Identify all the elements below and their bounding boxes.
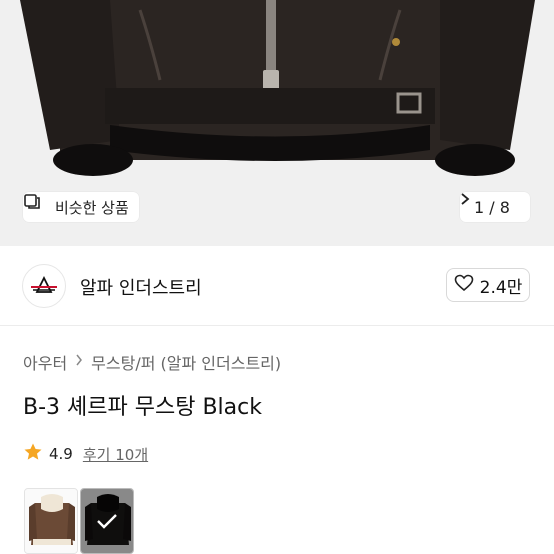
- reviews-link[interactable]: 후기 10개: [83, 444, 148, 465]
- alpha-logo-icon: [31, 276, 57, 293]
- brown-jacket-thumbnail: [25, 489, 77, 553]
- heart-icon: [454, 274, 474, 297]
- product-title: B-3 셰르파 무스탕 Black: [23, 395, 262, 420]
- chevron-right-icon: [75, 354, 83, 370]
- image-counter[interactable]: 1 / 8: [460, 192, 530, 222]
- breadcrumb: 아우터 무스탕/퍼 (알파 인더스트리): [23, 350, 281, 374]
- color-option-black[interactable]: [80, 488, 134, 554]
- rating-row: 4.9 후기 10개: [23, 442, 148, 466]
- image-counter-text: 1 / 8: [474, 197, 510, 217]
- similar-products-button[interactable]: 비슷한 상품: [23, 192, 139, 222]
- star-icon: [23, 442, 43, 466]
- brand-logo[interactable]: [22, 264, 66, 308]
- color-options: [24, 488, 134, 554]
- breadcrumb-category[interactable]: 아우터: [23, 350, 67, 374]
- like-count: 2.4만: [479, 277, 523, 298]
- like-button[interactable]: 2.4만: [446, 268, 530, 302]
- copy-icon: [24, 194, 49, 216]
- brand-row: 알파 인더스트리 2.4만: [0, 246, 554, 326]
- similar-products-label: 비슷한 상품: [55, 198, 129, 217]
- rating-score: 4.9: [49, 445, 73, 463]
- breadcrumb-subcategory[interactable]: 무스탕/퍼 (알파 인더스트리): [91, 350, 281, 374]
- color-option-brown[interactable]: [24, 488, 78, 554]
- brand-name[interactable]: 알파 인더스트리: [80, 274, 202, 300]
- check-icon: [81, 489, 133, 553]
- product-image-carousel[interactable]: 비슷한 상품 1 / 8: [0, 0, 554, 246]
